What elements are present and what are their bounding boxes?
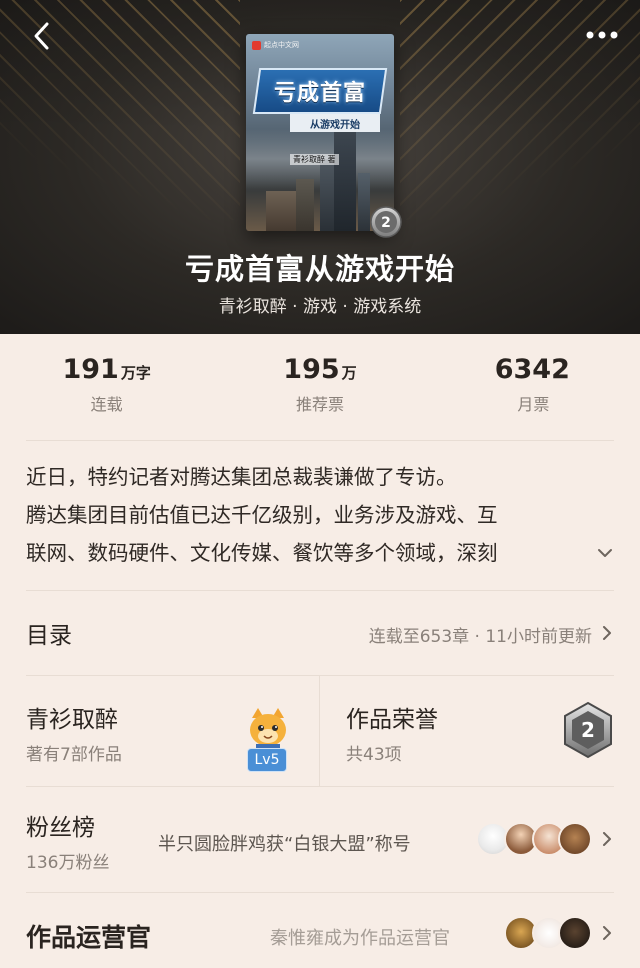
author-works-count: 著有7部作品 — [26, 745, 122, 765]
fans-latest-note: 半只圆脸胖鸡获“白银大盟”称号 — [158, 834, 411, 855]
stat-value: 191 — [62, 354, 119, 385]
chevron-right-icon — [603, 626, 611, 640]
book-stats: 191 万字 连载 195 万 推荐票 6342 月票 — [0, 334, 640, 440]
cover-building — [334, 131, 356, 231]
cover-building — [296, 179, 314, 231]
author-honor-section: 青衫取醉 著有7部作品 Lv5 作品荣誉 共43项 2 — [0, 676, 640, 786]
book-cover[interactable]: 起点中文网 亏成首富 从游戏开始 青衫取醉 著 — [246, 34, 394, 231]
stat-unit: 万 — [341, 364, 357, 382]
synopsis-line: 联网、数码硬件、文化传媒、餐饮等多个领域，深刻 — [26, 541, 498, 565]
synopsis-line: 腾达集团目前估值已达千亿级别，业务涉及游戏、互 — [26, 503, 498, 527]
toc-update-status: 连载至653章 · 11小时前更新 — [368, 627, 592, 647]
back-button[interactable] — [24, 18, 60, 54]
cover-building — [358, 173, 370, 231]
cover-subtitle: 从游戏开始 — [290, 114, 380, 132]
author-name: 青衫取醉 — [26, 707, 118, 733]
operator-title: 作品运营官 — [26, 923, 152, 952]
stat-label: 推荐票 — [295, 395, 344, 414]
fans-title: 粉丝榜 — [26, 815, 95, 841]
synopsis-line: 近日，特约记者对腾达集团总裁裴谦做了专访。 — [26, 465, 457, 489]
author-card[interactable]: 青衫取醉 著有7部作品 Lv5 — [0, 676, 320, 786]
cover-building — [320, 159, 334, 231]
author-avatar — [250, 708, 286, 754]
divider — [26, 892, 614, 893]
cover-building — [266, 191, 296, 231]
chevron-right-icon — [603, 832, 611, 846]
more-dots-icon — [586, 31, 618, 39]
stat-recommend-votes: 195 万 推荐票 — [213, 334, 426, 440]
table-of-contents-row[interactable]: 目录 连载至653章 · 11小时前更新 — [0, 592, 640, 674]
stat-label: 月票 — [517, 395, 550, 414]
svg-text:2: 2 — [381, 215, 391, 231]
honor-title: 作品荣誉 — [346, 707, 438, 733]
toc-title: 目录 — [26, 623, 72, 649]
divider — [26, 590, 614, 591]
stat-unit: 万字 — [120, 364, 151, 382]
more-button[interactable] — [582, 20, 622, 50]
cover-title: 亏成首富 — [273, 81, 366, 106]
stat-value: 195 — [283, 354, 340, 385]
rank-badge-icon: 2 — [370, 206, 402, 238]
chevron-left-icon — [34, 22, 49, 50]
fans-ranking-row[interactable]: 粉丝榜 136万粉丝 半只圆脸胖鸡获“白银大盟”称号 — [0, 788, 640, 892]
cover-title-plate: 亏成首富 — [252, 68, 388, 114]
svg-text:2: 2 — [581, 718, 595, 742]
honor-count: 共43项 — [346, 745, 402, 765]
author-level-badge: Lv5 — [247, 748, 287, 772]
fan-avatar — [558, 822, 592, 856]
operator-note: 秦惟雍成为作品运营官 — [270, 928, 450, 949]
cover-author: 青衫取醉 著 — [290, 154, 339, 165]
stat-monthly-votes: 6342 月票 — [427, 334, 640, 440]
operator-row[interactable]: 作品运营官 秦惟雍成为作品运营官 — [0, 894, 640, 968]
honor-card[interactable]: 作品荣誉 共43项 2 — [320, 676, 640, 786]
publisher-logo-icon — [252, 40, 261, 50]
chevron-down-icon[interactable] — [596, 544, 614, 562]
honor-medal-icon: 2 — [564, 701, 612, 759]
chevron-right-icon — [603, 926, 611, 940]
stat-value: 6342 — [494, 354, 570, 385]
operator-avatar — [558, 916, 592, 950]
divider — [26, 786, 614, 787]
fans-count: 136万粉丝 — [26, 853, 110, 873]
cover-publisher: 起点中文网 — [252, 40, 299, 50]
synopsis[interactable]: 近日，特约记者对腾达集团总裁裴谦做了专访。 腾达集团目前估值已达千亿级别，业务涉… — [26, 458, 596, 572]
book-header: 起点中文网 亏成首富 从游戏开始 青衫取醉 著 2 亏成首富从游戏开始 青衫取醉… — [0, 0, 640, 334]
book-meta: 青衫取醉 · 游戏 · 游戏系统 — [218, 297, 422, 317]
stat-label: 连载 — [90, 395, 123, 414]
stat-word-count: 191 万字 连载 — [0, 334, 213, 440]
divider — [26, 440, 614, 441]
book-detail-page: 起点中文网 亏成首富 从游戏开始 青衫取醉 著 2 亏成首富从游戏开始 青衫取醉… — [0, 0, 640, 968]
book-title: 亏成首富从游戏开始 — [184, 252, 455, 286]
